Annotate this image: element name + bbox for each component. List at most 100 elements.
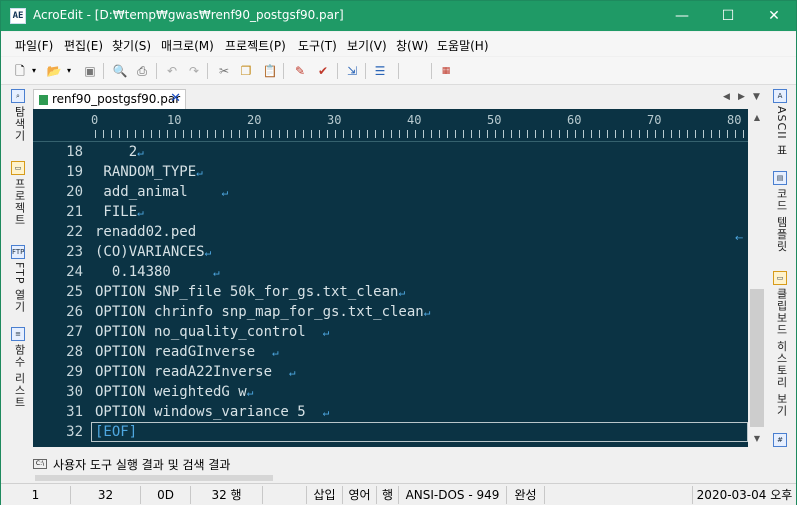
paste-icon[interactable]: 📋 — [261, 62, 279, 80]
code-line[interactable]: 29 OPTION readA22Inverse ↵ — [33, 362, 748, 382]
output-horizontal-scrollbar[interactable] — [35, 475, 273, 481]
copy-icon[interactable]: ❐ — [237, 62, 255, 80]
code-text[interactable]: OPTION no_quality_control ↵ — [95, 324, 329, 340]
scroll-up-icon[interactable]: ▲ — [748, 109, 766, 126]
new-file-icon[interactable]: 🗋 — [11, 62, 29, 80]
title-bar[interactable]: AE AcroEdit - [D:₩temp₩gwas₩renf90_postg… — [1, 1, 796, 31]
scroll-thumb[interactable] — [750, 289, 764, 427]
code-line[interactable]: 20 add_animal ↵ — [33, 182, 748, 202]
open-folder-icon[interactable]: 📂 — [45, 62, 63, 80]
ruler-ticks — [95, 130, 745, 138]
code-line[interactable]: 18 2↵ — [33, 142, 748, 162]
menu-macro[interactable]: 매크로(M) — [161, 37, 214, 54]
undo-icon[interactable]: ↶ — [163, 62, 181, 80]
code-line[interactable]: 21 FILE↵ — [33, 202, 748, 222]
code-line[interactable]: 32 [EOF] — [33, 422, 748, 442]
code-text[interactable]: RANDOM_TYPE↵ — [95, 164, 202, 180]
ascii-table-tab[interactable]: A ASCII 표 — [771, 89, 789, 156]
project-icon: ▭ — [11, 161, 25, 175]
code-text[interactable]: OPTION readGInverse ↵ — [95, 344, 279, 360]
code-line[interactable]: 31 OPTION windows_variance 5 ↵ — [33, 402, 748, 422]
toolbar-separator — [103, 63, 104, 79]
tab-close-icon[interactable]: ✕ — [170, 91, 181, 106]
function-list-tab[interactable]: ≡ 함수 리스트 — [9, 327, 27, 409]
open-dropdown-icon[interactable]: ▾ — [64, 62, 74, 80]
menu-window[interactable]: 창(W) — [396, 37, 428, 54]
tab-scroll-left-icon[interactable]: ◀ — [723, 92, 730, 102]
tab-scroll-right-icon[interactable]: ▶ — [738, 92, 745, 102]
close-button[interactable]: ✕ — [751, 1, 797, 31]
code-text[interactable]: [EOF] — [95, 424, 137, 440]
code-line[interactable]: 19 RANDOM_TYPE↵ — [33, 162, 748, 182]
menu-find[interactable]: 찾기(S) — [112, 37, 151, 54]
line-number: 21 — [66, 204, 83, 220]
tab-list-icon[interactable]: ▼ — [753, 92, 760, 102]
code-text[interactable]: 0.14380 ↵ — [95, 264, 220, 280]
line-break-icon: ↵ — [137, 206, 144, 219]
code-line[interactable]: 25 OPTION SNP_file 50k_for_gs.txt_clean↵ — [33, 282, 748, 302]
code-editor[interactable]: 0 10 20 30 40 50 60 70 80 18 2↵ 19 RANDOM… — [33, 109, 766, 447]
code-text[interactable]: OPTION chrinfo snp_map_for_gs.txt_clean↵ — [95, 304, 430, 320]
project-tab[interactable]: ▭ 프로젝트 — [9, 161, 27, 226]
current-line-highlight — [91, 422, 748, 442]
output-panel-tab[interactable]: C:\ 사용자 도구 실행 결과 및 검색 결과 — [31, 453, 771, 475]
code-line[interactable]: 28 OPTION readGInverse ↵ — [33, 342, 748, 362]
code-line[interactable]: 22 renadd02.ped — [33, 222, 748, 242]
calendar-icon[interactable]: ▦ — [437, 62, 455, 80]
maximize-button[interactable]: ☐ — [705, 1, 751, 31]
menu-help[interactable]: 도움말(H) — [437, 37, 489, 54]
code-line[interactable]: 24 0.14380 ↵ — [33, 262, 748, 282]
code-template-tab[interactable]: ▤ 코드 템플릿 — [771, 171, 789, 253]
explorer-tab[interactable]: ⌕ 탐색기 — [9, 89, 27, 142]
editor-lines[interactable]: 18 2↵ 19 RANDOM_TYPE↵ 20 add_animal ↵ 21 FI… — [33, 142, 748, 442]
menu-tools[interactable]: 도구(T) — [298, 37, 337, 54]
cut-icon[interactable]: ✂ — [215, 62, 233, 80]
line-content: OPTION readA22Inverse — [95, 364, 289, 380]
code-line[interactable]: 26 OPTION chrinfo snp_map_for_gs.txt_clea… — [33, 302, 748, 322]
menu-view[interactable]: 보기(V) — [347, 37, 387, 54]
menu-file[interactable]: 파일(F) — [15, 37, 53, 54]
code-text[interactable]: (CO)VARIANCES↵ — [95, 244, 211, 260]
ruler-label: 20 — [247, 113, 262, 127]
print-preview-icon[interactable]: 🔍 — [111, 62, 129, 80]
code-text[interactable]: OPTION weightedG w↵ — [95, 384, 253, 400]
code-line[interactable]: 23 (CO)VARIANCES↵ — [33, 242, 748, 262]
scroll-down-icon[interactable]: ▼ — [748, 430, 766, 447]
status-encoding[interactable]: ANSI-DOS - 949 — [399, 486, 507, 504]
acroedit-app-icon[interactable]: AE — [10, 8, 26, 24]
line-break-icon: ↵ — [423, 306, 431, 319]
code-text[interactable]: renadd02.ped — [95, 224, 196, 240]
column-mode-icon[interactable]: ☰ — [371, 62, 389, 80]
status-bar: 1 32 0D 32 행 삽입 영어 행 ANSI-DOS - 949 완성 2… — [1, 483, 796, 505]
code-text[interactable]: FILE↵ — [95, 204, 144, 220]
status-state: 완성 — [507, 486, 545, 504]
highlight-marker-icon[interactable]: ✎ — [291, 62, 309, 80]
code-text[interactable]: OPTION SNP_file 50k_for_gs.txt_clean↵ — [95, 284, 405, 300]
window-title: AcroEdit - [D:₩temp₩gwas₩renf90_postgsf9… — [33, 8, 344, 22]
output-console-icon: C:\ — [33, 459, 47, 469]
status-insert-mode[interactable]: 삽입 — [307, 486, 343, 504]
code-text[interactable]: add_animal ↵ — [95, 184, 228, 200]
code-text[interactable]: OPTION readA22Inverse ↵ — [95, 364, 296, 380]
bookmark-icon[interactable]: ✔ — [314, 62, 332, 80]
ftp-tab[interactable]: FTP FTP 열기 — [9, 245, 27, 313]
new-dropdown-icon[interactable]: ▾ — [29, 62, 39, 80]
editor-vertical-scrollbar[interactable]: ▲ ▼ — [748, 109, 766, 447]
goto-line-icon[interactable]: ⇲ — [343, 62, 361, 80]
code-text[interactable]: OPTION windows_variance 5 ↵ — [95, 404, 329, 420]
hash-tab[interactable]: # — [771, 433, 789, 450]
code-line[interactable]: 27 OPTION no_quality_control ↵ — [33, 322, 748, 342]
minimize-button[interactable]: — — [659, 1, 705, 31]
document-tab-bar: renf90_postgsf90.par ✕ ◀ ▶ ▼ — [31, 87, 767, 109]
document-tab[interactable]: renf90_postgsf90.par ✕ — [33, 89, 186, 109]
line-content: OPTION chrinfo snp_map_for_gs.txt_clean — [95, 304, 424, 320]
save-icon[interactable]: ▣ — [81, 62, 99, 80]
menu-project[interactable]: 프로젝트(P) — [225, 37, 286, 54]
redo-icon[interactable]: ↷ — [185, 62, 203, 80]
clipboard-history-tab[interactable]: ▭ 클립보드 히스토리 보기 — [771, 271, 789, 417]
print-icon[interactable]: ⎙ — [133, 62, 151, 80]
code-text[interactable]: 2↵ — [95, 144, 144, 160]
code-line[interactable]: 30 OPTION weightedG w↵ — [33, 382, 748, 402]
menu-edit[interactable]: 편집(E) — [64, 37, 103, 54]
ascii-table-tab-label: ASCII 표 — [775, 106, 788, 157]
